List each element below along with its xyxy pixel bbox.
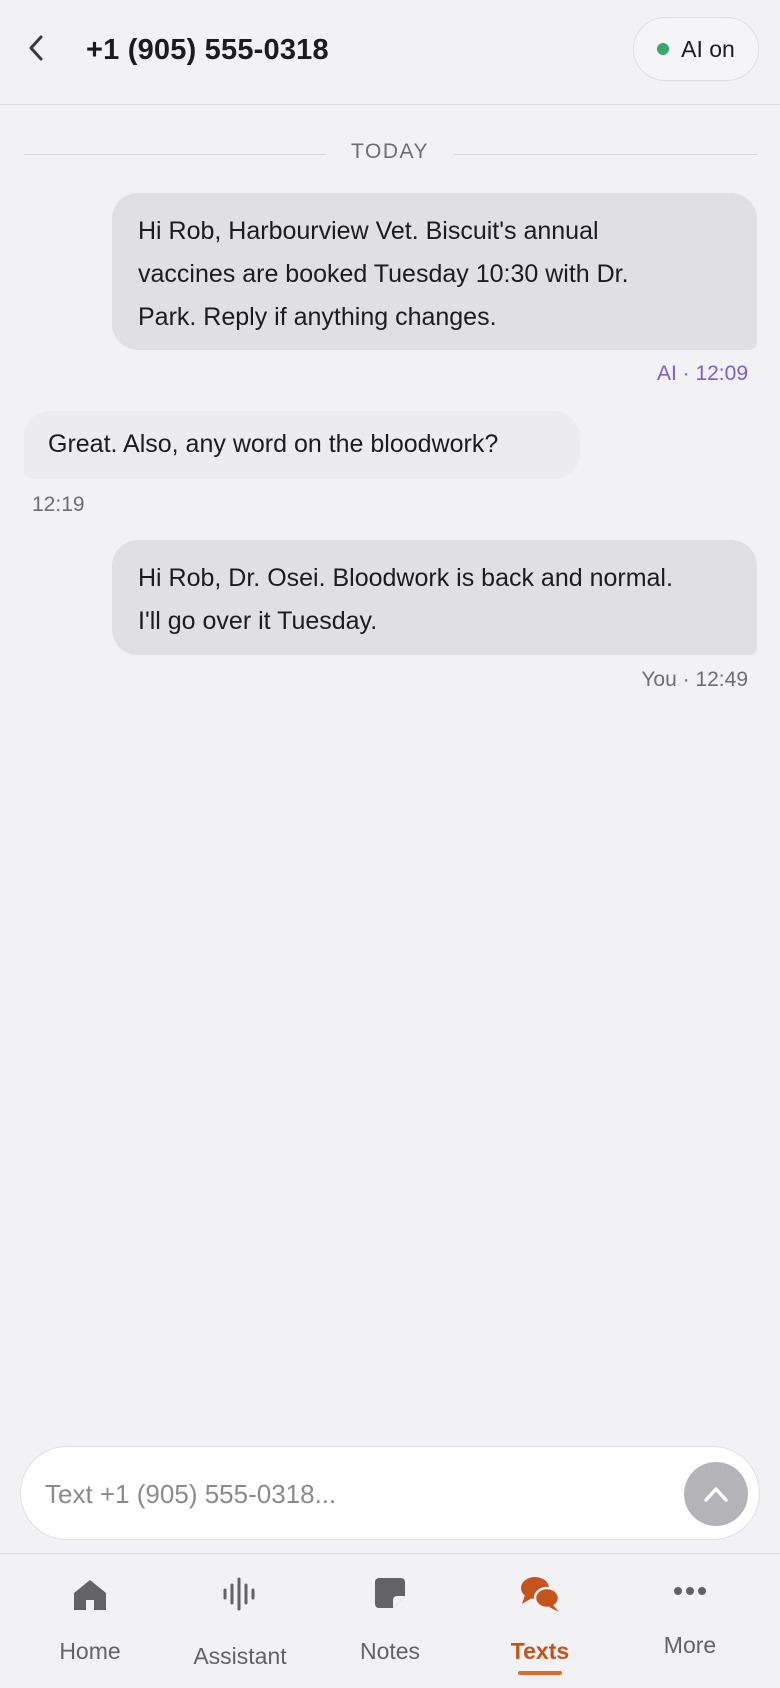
divider-line-left bbox=[24, 154, 326, 155]
tab-label: More bbox=[663, 1632, 717, 1658]
message-composer bbox=[20, 1446, 760, 1540]
home-icon bbox=[74, 1580, 106, 1610]
bottom-tab-bar: Home Assistant Notes Texts More bbox=[0, 1553, 780, 1688]
message-meta-ai: AI · 12:09 bbox=[656, 362, 748, 385]
ai-status-dot-icon bbox=[657, 43, 670, 55]
conversation-header: +1 (905) 555-0318 AI on bbox=[0, 0, 780, 105]
message-line: vaccines are booked Tuesday 10:30 with D… bbox=[138, 260, 629, 288]
more-dots-icon bbox=[674, 1587, 706, 1595]
message-bubble-outgoing[interactable]: Hi Rob, Harbourview Vet. Biscuit's annua… bbox=[112, 193, 757, 350]
divider-line-right bbox=[454, 154, 757, 155]
tab-more[interactable]: More bbox=[615, 1554, 765, 1688]
note-icon bbox=[375, 1578, 405, 1608]
active-tab-indicator bbox=[518, 1671, 562, 1675]
tab-label: Assistant bbox=[193, 1643, 287, 1669]
tab-label: Home bbox=[59, 1638, 121, 1664]
send-button[interactable] bbox=[684, 1462, 748, 1526]
message-bubble-outgoing[interactable]: Hi Rob, Dr. Osei. Bloodwork is back and … bbox=[112, 540, 757, 655]
message-line: Hi Rob, Harbourview Vet. Biscuit's annua… bbox=[138, 217, 599, 245]
message-meta-you: You · 12:49 bbox=[641, 668, 748, 691]
texts-conversation-screen: +1 (905) 555-0318 AI on TODAY Hi Rob, Ha… bbox=[0, 0, 780, 1688]
ai-status-toggle[interactable]: AI on bbox=[633, 17, 759, 81]
back-button[interactable] bbox=[18, 26, 54, 70]
message-line: Hi Rob, Dr. Osei. Bloodwork is back and … bbox=[138, 564, 673, 592]
message-input[interactable] bbox=[45, 1469, 645, 1519]
contact-phone-title: +1 (905) 555-0318 bbox=[86, 34, 329, 66]
message-line: Great. Also, any word on the bloodwork? bbox=[48, 430, 499, 458]
waveform-icon bbox=[223, 1577, 255, 1611]
message-bubble-incoming[interactable]: Great. Also, any word on the bloodwork? bbox=[24, 411, 580, 479]
chat-bubbles-icon bbox=[521, 1577, 561, 1612]
tab-label: Notes bbox=[359, 1638, 421, 1664]
tab-texts[interactable]: Texts bbox=[465, 1554, 615, 1688]
message-line: I'll go over it Tuesday. bbox=[138, 607, 378, 635]
chevron-up-icon bbox=[704, 1487, 728, 1502]
message-line: Park. Reply if anything changes. bbox=[138, 303, 497, 331]
day-divider: TODAY bbox=[24, 140, 757, 170]
tab-label: Texts bbox=[510, 1638, 570, 1664]
tab-assistant[interactable]: Assistant bbox=[165, 1554, 315, 1688]
ai-status-label: AI on bbox=[681, 35, 735, 62]
chevron-left-icon bbox=[29, 35, 43, 61]
day-divider-label: TODAY bbox=[351, 140, 429, 163]
message-meta-time: 12:19 bbox=[32, 493, 85, 516]
tab-home[interactable]: Home bbox=[15, 1554, 165, 1688]
tab-notes[interactable]: Notes bbox=[315, 1554, 465, 1688]
